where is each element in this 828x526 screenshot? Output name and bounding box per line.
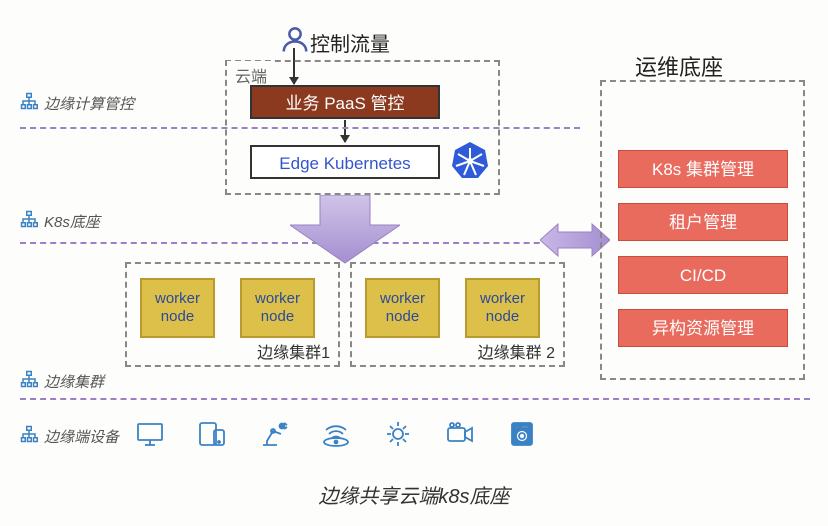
worker-node: worker node [465,278,540,338]
ops-item-k8s-cluster: K8s 集群管理 [618,150,788,188]
worker-node: worker node [240,278,315,338]
ops-item-cicd: CI/CD [618,256,788,294]
monitor-icon [135,420,165,448]
hierarchy-icon [20,370,38,393]
edge-kubernetes-box: Edge Kubernetes [250,145,440,179]
robot-arm-icon [259,420,289,448]
ops-title: 运维底座 [635,50,723,82]
hierarchy-icon [20,92,38,115]
ops-item-tenant: 租户管理 [618,203,788,241]
cluster-2-label: 边缘集群 2 [478,339,555,363]
control-traffic-label: 控制流量 [280,24,390,60]
device-icons-row [135,420,537,448]
hierarchy-icon [20,210,38,233]
worker-node-text: worker node [480,290,525,326]
ops-item-text: K8s 集群管理 [652,160,754,179]
layer-edge-cluster: 边缘集群 [20,370,104,393]
ops-item-hetero: 异构资源管理 [618,309,788,347]
kubernetes-icon [450,140,490,180]
ops-item-text: CI/CD [680,266,726,285]
layer-edge-cluster-text: 边缘集群 [44,371,104,392]
user-icon [280,24,310,60]
edge-k8s-text: Edge Kubernetes [279,154,410,173]
paas-box: 业务 PaaS 管控 [250,85,440,119]
worker-node-text: worker node [380,290,425,326]
layer-k8s-base-text: K8s底座 [44,211,100,232]
washing-machine-icon [507,420,537,448]
divider-3 [20,398,810,400]
layer-k8s-base: K8s底座 [20,210,100,233]
worker-node: worker node [365,278,440,338]
router-icon [321,420,351,448]
hierarchy-icon [20,425,38,448]
layer-edge-device: 边缘端设备 [20,425,119,448]
control-traffic-text: 控制流量 [310,28,390,57]
tablet-phone-icon [197,420,227,448]
ops-item-text: 租户管理 [669,213,737,232]
divider-1 [20,127,580,129]
camera-icon [445,420,475,448]
worker-node-text: worker node [255,290,300,326]
layer-edge-device-text: 边缘端设备 [44,426,119,447]
lightbulb-icon [383,420,413,448]
ops-item-text: 异构资源管理 [652,319,754,338]
paas-text: 业务 PaaS 管控 [285,94,404,113]
worker-node-text: worker node [155,290,200,326]
diagram-title: 边缘共享云端k8s底座 [0,480,828,509]
layer-edge-compute-text: 边缘计算管控 [44,93,134,114]
layer-edge-compute: 边缘计算管控 [20,92,134,115]
worker-node: worker node [140,278,215,338]
big-down-arrow [290,195,400,270]
cluster-1-label: 边缘集群1 [257,339,330,363]
